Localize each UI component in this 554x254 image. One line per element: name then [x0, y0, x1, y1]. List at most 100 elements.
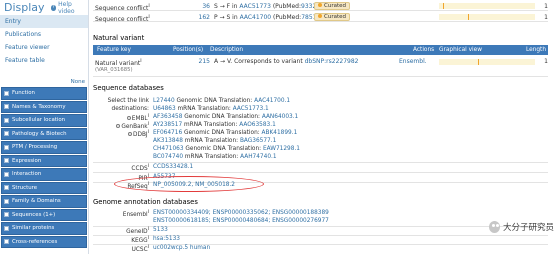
geneid-link[interactable]: 5133 — [153, 227, 168, 233]
ucsc-link[interactable]: uc002wcp.5 human — [153, 245, 210, 251]
embl-id-link[interactable]: AY238517 — [153, 122, 182, 128]
ensembl-ids-line2[interactable]: ENST00000618185; ENSP00000480684; ENSG00… — [153, 218, 329, 224]
sidebar-link-feature-table[interactable]: Feature table — [0, 54, 88, 67]
checkbox[interactable] — [4, 225, 9, 231]
checkbox[interactable] — [4, 158, 9, 164]
section-label: PTM / Processing — [12, 144, 58, 151]
translation-link[interactable]: EAW71298.1 — [263, 146, 300, 152]
checkbox[interactable] — [4, 144, 9, 150]
refseq-highlight-ellipse — [114, 176, 264, 192]
embl-id-link[interactable]: AK313848 — [153, 138, 183, 144]
embl-id-link[interactable]: U64863 — [153, 106, 176, 112]
sidebar-section-sequences[interactable]: Sequences (1+) — [1, 208, 87, 221]
checkbox[interactable] — [4, 212, 9, 218]
sidebar-link-feature-viewer[interactable]: Feature viewer — [0, 41, 88, 54]
accession-link[interactable]: AAC51773 — [239, 3, 271, 10]
genome-annotation-title: Genome annotation databases — [93, 198, 198, 206]
checkbox[interactable] — [4, 131, 9, 137]
help-video-link[interactable]: ? Help video — [50, 1, 88, 15]
sidebar-section-ptm[interactable]: PTM / Processing — [1, 141, 87, 154]
destinations-label: destinations: — [111, 106, 149, 112]
ensembl-label: Ensembli — [122, 210, 149, 218]
divider — [93, 162, 548, 163]
accession-link[interactable]: AAC41700 — [240, 14, 272, 21]
sidebar-link-entry[interactable]: Entry — [0, 15, 88, 28]
graphical-view[interactable] — [439, 59, 535, 65]
ccds-label: CCDSi — [131, 164, 149, 172]
feature-key: Natural varianti — [95, 58, 142, 67]
ddbj-radio-option[interactable]: DDBJi — [93, 130, 149, 138]
embl-id-link[interactable]: BC074740 — [153, 154, 183, 160]
genbank-radio-option[interactable]: GenBanki — [93, 122, 149, 130]
sidebar-section-cross-references[interactable]: Cross-references — [1, 235, 87, 248]
sidebar-section-similar-proteins[interactable]: Similar proteins — [1, 222, 87, 235]
embl-id-link[interactable]: AF363458 — [153, 114, 182, 120]
graphical-view[interactable] — [439, 14, 535, 20]
sidebar-section-names-taxonomy[interactable]: Names & Taxonomy — [1, 100, 87, 113]
sidebar-section-pathology[interactable]: Pathology & Biotech — [1, 127, 87, 140]
radio-icon[interactable] — [126, 116, 131, 121]
section-label: Structure — [12, 184, 38, 191]
position-link[interactable]: 215 — [198, 58, 210, 65]
ccds-link[interactable]: CCDS33428.1 — [153, 164, 193, 170]
curated-badge[interactable]: Curated — [314, 1, 350, 10]
kegg-link[interactable]: hsa:5133 — [153, 236, 180, 242]
checkbox[interactable] — [4, 90, 9, 96]
curated-dot-icon — [318, 13, 322, 18]
section-label: Interaction — [12, 171, 42, 178]
graphical-view[interactable] — [439, 3, 535, 9]
watermark: 大分子研究员 — [489, 217, 554, 237]
translation-link[interactable]: BAG36577.1 — [240, 138, 276, 144]
dbsnp-link[interactable]: dbSNP:rs2227982 — [305, 58, 359, 65]
sidebar-section-family-domains[interactable]: Family & Domains — [1, 195, 87, 208]
translation-link[interactable]: AAC41700.1 — [254, 98, 290, 104]
position-link[interactable]: 36 — [198, 3, 210, 10]
checkbox[interactable] — [4, 104, 9, 110]
section-label: Expression — [12, 157, 42, 164]
list-item: AK313848 mRNA Translation: BAG36577.1 — [153, 138, 277, 144]
wechat-logo-icon — [489, 221, 500, 233]
radio-icon[interactable] — [116, 124, 121, 129]
checkbox[interactable] — [4, 239, 9, 245]
sidebar-section-subcellular-location[interactable]: Subcellular location — [1, 114, 87, 127]
table-row: Sequence conflicti 162 P → S in AAC41700… — [93, 12, 548, 23]
ensembl-ids-line1[interactable]: ENST00000334409; ENSP00000335062; ENSG00… — [153, 210, 329, 216]
sidebar-link-publications[interactable]: Publications — [0, 28, 88, 41]
embl-id-link[interactable]: CH471063 — [153, 146, 184, 152]
checkbox[interactable] — [4, 171, 9, 177]
section-label: Family & Domains — [12, 198, 61, 205]
sidebar-section-structure[interactable]: Structure — [1, 181, 87, 194]
checkbox[interactable] — [4, 117, 9, 123]
section-label: Names & Taxonomy — [12, 103, 66, 110]
geneid-label: GeneIDi — [126, 227, 149, 235]
list-item: CH471063 Genomic DNA Translation: EAW712… — [153, 146, 300, 152]
section-label: Cross-references — [12, 238, 58, 245]
checkbox[interactable] — [4, 185, 9, 191]
natural-variant-header: Feature key Position(s) Description Acti… — [93, 45, 548, 55]
translation-link[interactable]: AAN64003.1 — [262, 114, 298, 120]
curated-badge[interactable]: Curated — [314, 12, 350, 21]
embl-id-link[interactable]: L27440 — [153, 98, 175, 104]
ensembl-action-link[interactable]: Ensembl. — [399, 58, 427, 65]
sequence-databases-title: Sequence databases — [93, 84, 164, 92]
checkbox[interactable] — [4, 198, 9, 204]
translation-link[interactable]: ABK41899.1 — [262, 130, 298, 136]
section-label: Function — [12, 90, 35, 97]
select-none-link[interactable]: None — [71, 79, 85, 85]
col-description: Description — [210, 46, 244, 53]
radio-icon[interactable] — [128, 132, 133, 137]
embl-radio-option[interactable]: EMBLi — [93, 114, 149, 122]
list-item: L27440 Genomic DNA Translation: AAC41700… — [153, 98, 291, 104]
sidebar-section-interaction[interactable]: Interaction — [1, 168, 87, 181]
table-row: Natural varianti (VAR_031685) 215 A → V.… — [93, 55, 548, 77]
sidebar-section-function[interactable]: Function — [1, 87, 87, 100]
translation-link[interactable]: AAO63583.1 — [239, 122, 276, 128]
section-label: Sequences (1+) — [12, 211, 56, 218]
translation-link[interactable]: AAH74740.1 — [240, 154, 276, 160]
divider — [93, 172, 548, 173]
embl-id-link[interactable]: EF064716 — [153, 130, 182, 136]
col-length: Length — [526, 46, 546, 53]
sidebar-section-expression[interactable]: Expression — [1, 154, 87, 167]
position-link[interactable]: 162 — [198, 14, 210, 21]
translation-link[interactable]: AAC51773.1 — [233, 106, 269, 112]
